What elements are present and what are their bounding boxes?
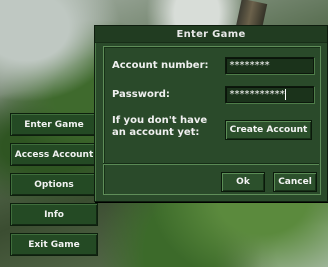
ok-label: Ok <box>236 177 250 187</box>
dialog-separator <box>103 163 319 165</box>
create-account-button[interactable]: Create Account <box>225 120 312 140</box>
menu-enter-game-button[interactable]: Enter Game <box>10 113 98 136</box>
text-caret <box>285 88 287 100</box>
password-label: Password: <box>112 89 170 100</box>
menu-options-label: Options <box>34 179 74 190</box>
menu-options-button[interactable]: Options <box>10 173 98 196</box>
no-account-line2: an account yet: <box>112 127 200 138</box>
menu-exit-game-button[interactable]: Exit Game <box>10 233 98 256</box>
menu-info-label: Info <box>44 209 64 220</box>
password-field[interactable]: *********** <box>225 86 314 103</box>
menu-access-account-button[interactable]: Access Account <box>10 143 98 166</box>
account-number-label: Account number: <box>112 60 209 71</box>
cancel-button[interactable]: Cancel <box>273 172 317 192</box>
dialog-title: Enter Game <box>95 26 327 43</box>
ok-button[interactable]: Ok <box>221 172 265 192</box>
password-value: *********** <box>229 89 285 100</box>
account-number-value: ******** <box>229 60 270 71</box>
no-account-line1: If you don't have <box>112 115 208 126</box>
cancel-label: Cancel <box>278 177 312 187</box>
menu-access-account-label: Access Account <box>14 149 94 160</box>
enter-game-dialog: Enter Game Account number: ******** Pass… <box>94 25 328 202</box>
menu-info-button[interactable]: Info <box>10 203 98 226</box>
create-account-label: Create Account <box>229 125 308 135</box>
menu-enter-game-label: Enter Game <box>24 119 84 130</box>
account-number-field[interactable]: ******** <box>225 57 314 74</box>
menu-exit-game-label: Exit Game <box>28 239 80 250</box>
